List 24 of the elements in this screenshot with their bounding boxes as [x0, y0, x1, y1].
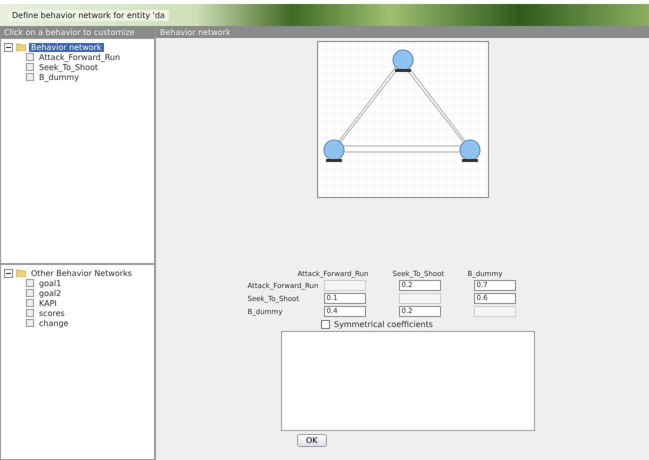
panel-header: Behavior network [156, 26, 649, 38]
graph-node [392, 50, 413, 72]
ok-button[interactable]: OK [297, 434, 327, 447]
checkbox[interactable] [321, 320, 330, 329]
text-area[interactable] [280, 331, 534, 431]
tree-item[interactable]: Other Behavior Networks [29, 268, 134, 278]
tree-item[interactable]: B_dummy [37, 72, 81, 82]
folder-icon [16, 43, 26, 51]
graph-node [459, 140, 480, 162]
expand-toggle[interactable] [4, 42, 13, 52]
panel-header: Click on a behavior to customize [0, 26, 155, 38]
window-title: Define behavior network for entity 'da [8, 10, 169, 20]
tree-item[interactable]: scores [37, 308, 67, 318]
expand-toggle[interactable] [4, 268, 13, 278]
tree-item[interactable]: Attack_Forward_Run [37, 52, 122, 62]
tree-item[interactable]: goal2 [37, 288, 64, 298]
folder-icon [16, 269, 26, 277]
checkbox-label: Symmetrical coefficients [334, 320, 433, 329]
tree-item[interactable]: change [37, 318, 70, 328]
tree-item[interactable]: Seek_To_Shoot [37, 62, 100, 72]
tree-item[interactable]: Behavior network [29, 42, 104, 52]
tree-item[interactable]: goal1 [37, 278, 64, 288]
tree-item[interactable]: KAPI [37, 298, 59, 308]
graph-node [323, 140, 344, 162]
